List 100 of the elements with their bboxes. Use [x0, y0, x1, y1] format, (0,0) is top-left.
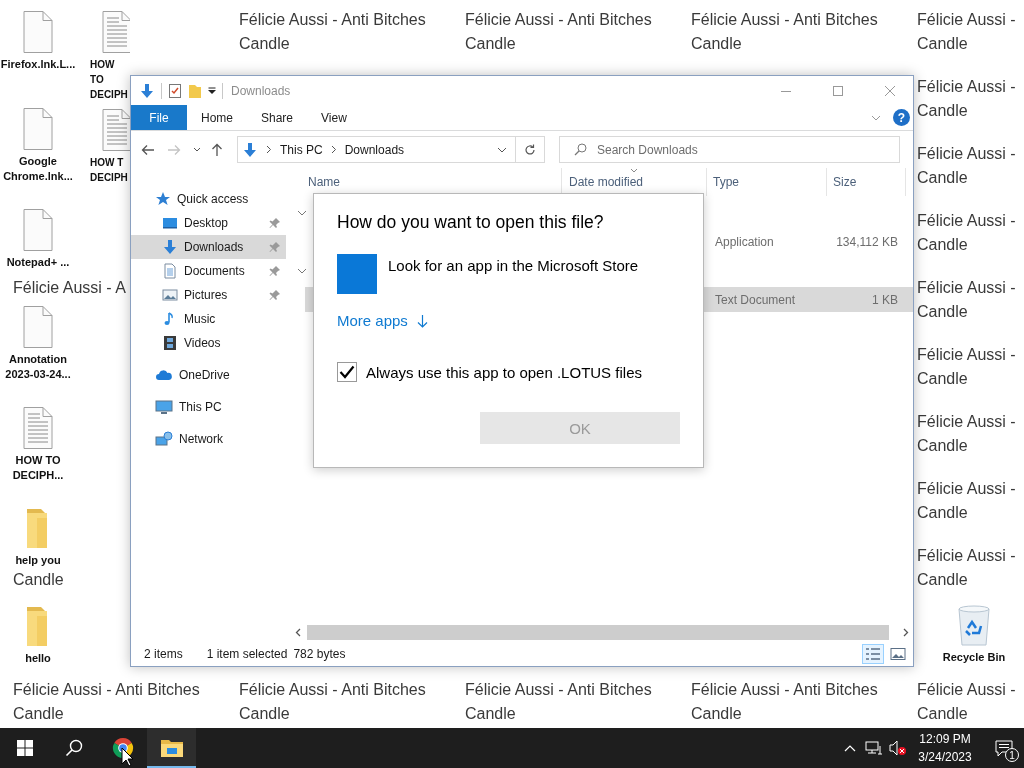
pin-icon[interactable] — [269, 265, 281, 277]
file-icon[interactable] — [21, 208, 55, 252]
clock-time[interactable]: 12:09 PM — [919, 730, 971, 748]
column-header[interactable]: Size — [827, 168, 906, 196]
maximize-icon[interactable] — [833, 85, 843, 96]
wallpaper-text: Félicie Aussi - — [917, 479, 1016, 499]
breadcrumb[interactable]: Downloads — [344, 142, 405, 157]
wallpaper-text: Candle — [917, 34, 968, 54]
clock-date[interactable]: 3/24/2023 — [918, 748, 972, 766]
refresh-button[interactable] — [516, 136, 545, 163]
nav-item[interactable]: Documents — [131, 259, 286, 283]
nav-item[interactable]: This PC — [131, 395, 286, 419]
folder-icon[interactable] — [147, 728, 196, 768]
refresh-icon[interactable] — [524, 143, 536, 156]
scrollbar-thumb[interactable] — [307, 625, 889, 640]
wallpaper-text: Candle — [917, 369, 968, 389]
icon-label[interactable]: HOW TO DECIPH... — [0, 453, 78, 483]
muted-speaker-icon[interactable] — [889, 740, 907, 756]
chevron-up-icon[interactable] — [844, 744, 856, 752]
pin-icon[interactable] — [269, 289, 281, 301]
icon-label[interactable]: HOW T DECIPH — [90, 155, 130, 185]
wallpaper-text: Félicie Aussi - Anti Bitches — [691, 10, 878, 30]
icon-label[interactable]: HOW TO DECIPH — [90, 57, 130, 102]
pictures-icon — [162, 287, 178, 303]
wallpaper-text: Félicie Aussi - — [917, 144, 1016, 164]
nav-item[interactable]: Videos — [131, 331, 286, 355]
file-icon[interactable] — [21, 107, 55, 151]
checkbox[interactable] — [337, 362, 357, 382]
nav-item[interactable]: OneDrive — [131, 363, 286, 387]
nav-item[interactable]: Quick access — [131, 187, 286, 211]
window-title: Downloads — [231, 83, 291, 98]
wallpaper-text: Candle — [917, 503, 968, 523]
wallpaper-text: Félicie Aussi - — [917, 77, 1016, 97]
icon-label[interactable]: Notepad+ ... — [6, 255, 70, 270]
properties-icon[interactable] — [168, 82, 182, 99]
icon-label[interactable]: Firefox.lnk.L... — [0, 57, 76, 72]
column-header[interactable]: Type — [707, 168, 827, 196]
app-option[interactable]: Look for an app in the Microsoft Store — [388, 254, 639, 278]
nav-item[interactable]: Desktop — [131, 211, 286, 235]
computer-icon — [155, 399, 173, 415]
icon-label[interactable]: Annotation 2023-03-24... — [0, 352, 78, 382]
ribbon-tab[interactable]: View — [307, 105, 361, 130]
nav-item[interactable]: Pictures — [131, 283, 286, 307]
pin-icon[interactable] — [269, 217, 281, 229]
ribbon-tab[interactable]: Home — [187, 105, 247, 130]
checkbox-label[interactable]: Always use this app to open .LOTUS files — [366, 363, 642, 381]
status-text: 2 items — [144, 647, 183, 661]
icon-label[interactable]: help you — [15, 553, 61, 568]
wallpaper-text: Félicie Aussi - — [917, 278, 1016, 298]
wallpaper-text: Félicie Aussi - — [917, 680, 1016, 700]
icon-label[interactable]: hello — [25, 651, 51, 666]
chevron-right-icon — [330, 145, 337, 154]
wallpaper-text: Candle — [917, 101, 968, 121]
caret-icon[interactable] — [208, 86, 216, 95]
text-file-icon[interactable] — [100, 10, 130, 54]
file-menu-tab[interactable]: File — [131, 105, 187, 130]
breadcrumb[interactable]: This PC — [280, 142, 323, 157]
cloud-icon — [155, 367, 173, 383]
download-icon[interactable] — [139, 82, 155, 99]
wallpaper-text: Candle — [13, 704, 64, 724]
icon-label[interactable]: Recycle Bin — [942, 650, 1006, 665]
nav-item[interactable]: Network — [131, 427, 286, 451]
wallpaper-text: Candle — [917, 235, 968, 255]
wallpaper-text: Félicie Aussi - — [917, 546, 1016, 566]
chevron-down-icon[interactable] — [193, 147, 201, 152]
back-arrow-icon[interactable] — [141, 143, 155, 156]
ribbon-tab[interactable]: Share — [247, 105, 308, 130]
text-file-icon[interactable] — [21, 406, 55, 450]
download-icon — [242, 141, 258, 158]
wallpaper-text: Candle — [917, 168, 968, 188]
text-file-icon[interactable] — [100, 108, 130, 152]
status-text: 1 item selected — [206, 647, 288, 661]
more-apps-link[interactable]: More apps — [337, 309, 428, 333]
help-button[interactable]: ? — [893, 109, 910, 126]
document-icon — [162, 263, 178, 279]
chevron-down-icon[interactable] — [497, 146, 507, 153]
wallpaper-text: Félicie Aussi - — [917, 211, 1016, 231]
wallpaper-text: Candle — [691, 34, 742, 54]
nav-item[interactable]: Music — [131, 307, 286, 331]
wallpaper-text: Candle — [239, 704, 290, 724]
wallpaper-text: Candle — [465, 704, 516, 724]
notification-icon[interactable] — [995, 739, 1013, 757]
wallpaper-text: Candle — [917, 704, 968, 724]
file-icon[interactable] — [21, 305, 55, 349]
search-field[interactable]: Search Downloads — [559, 136, 900, 163]
dialog-title: How do you want to open this file? — [337, 211, 604, 234]
nav-item[interactable]: Downloads — [131, 235, 286, 259]
notifications-button[interactable]: 1 — [984, 728, 1024, 768]
up-arrow-icon[interactable] — [211, 142, 223, 157]
film-icon — [162, 335, 178, 351]
close-icon[interactable] — [885, 85, 895, 96]
status-text: 782 bytes — [293, 647, 346, 661]
chevron-down-icon[interactable] — [297, 209, 307, 216]
address-bar[interactable]: This PC Downloads — [237, 136, 516, 163]
chevron-down-icon[interactable] — [297, 267, 307, 274]
icon-label[interactable]: Google Chrome.lnk... — [0, 154, 78, 184]
file-icon[interactable] — [21, 10, 55, 54]
details-view-button[interactable] — [862, 644, 884, 664]
network-icon[interactable] — [865, 740, 883, 756]
image-icon — [890, 647, 906, 661]
